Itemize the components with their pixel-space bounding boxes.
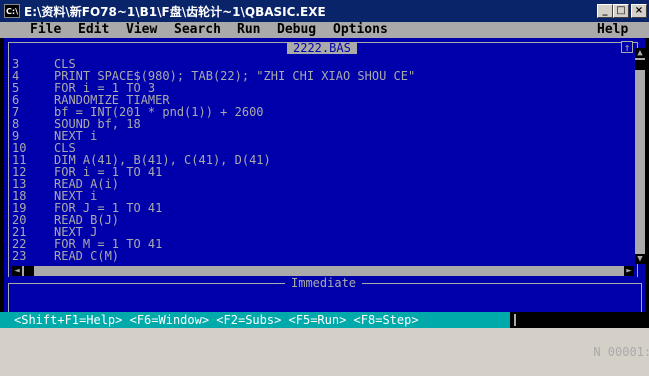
status-bar: <Shift+F1=Help> <F6=Window> <F2=Subs> <F… (0, 312, 649, 359)
maximize-editor-icon[interactable]: ↑ (621, 41, 633, 54)
close-button[interactable]: × (631, 4, 647, 18)
key-hints: <Shift+F1=Help> <F6=Window> <F2=Subs> <F… (14, 313, 419, 327)
menu-file[interactable]: File (30, 22, 61, 38)
editor-filename: 2222.BAS (287, 42, 357, 54)
scroll-right-icon[interactable]: ► (624, 266, 634, 276)
menu-help[interactable]: Help (597, 22, 628, 38)
minimize-button[interactable]: _ (597, 4, 613, 18)
editor-window[interactable]: 2222.BAS ↑ 3 CLS 4 PRINT SPACE$(980); TAB(2… (4, 38, 645, 278)
menu-view[interactable]: View (126, 22, 157, 38)
menu-debug[interactable]: Debug (277, 22, 316, 38)
maximize-button[interactable]: □ (613, 4, 629, 18)
horizontal-scrollbar[interactable]: ◄ ► (12, 266, 634, 276)
cursor-position: N 00001:001 (510, 312, 649, 359)
vertical-scrollbar[interactable]: ▲ ▼ (635, 48, 645, 264)
immediate-window[interactable]: Immediate (4, 277, 645, 312)
scroll-down-icon[interactable]: ▼ (635, 254, 645, 264)
title-bar[interactable]: C:\ E:\资料\新FO78~1\B1\F盘\齿轮计~1\QBASIC.EXE… (0, 0, 649, 22)
system-menu-icon[interactable]: C:\ (4, 4, 20, 18)
menu-bar: File Edit View Search Run Debug Options … (0, 22, 649, 38)
line-number: 23 (12, 249, 27, 263)
horizontal-scroll-thumb[interactable] (24, 266, 34, 276)
code-line[interactable]: 23 READ C(M) (12, 250, 119, 262)
immediate-frame: Immediate (8, 277, 642, 312)
menu-edit[interactable]: Edit (78, 22, 109, 38)
status-separator (514, 314, 516, 326)
cursor-position-text: N 00001:001 (593, 345, 649, 359)
menu-search[interactable]: Search (174, 22, 221, 38)
menu-run[interactable]: Run (237, 22, 260, 38)
scroll-up-icon[interactable]: ▲ (635, 48, 645, 58)
vertical-scroll-thumb[interactable] (635, 60, 645, 70)
qbasic-window: C:\ E:\资料\新FO78~1\B1\F盘\齿轮计~1\QBASIC.EXE… (0, 0, 649, 359)
code-text: READ C(M) (54, 249, 120, 263)
scroll-left-icon[interactable]: ◄ (12, 266, 22, 276)
window-title: E:\资料\新FO78~1\B1\F盘\齿轮计~1\QBASIC.EXE (24, 5, 326, 19)
immediate-title: Immediate (285, 277, 363, 289)
menu-options[interactable]: Options (333, 22, 388, 38)
